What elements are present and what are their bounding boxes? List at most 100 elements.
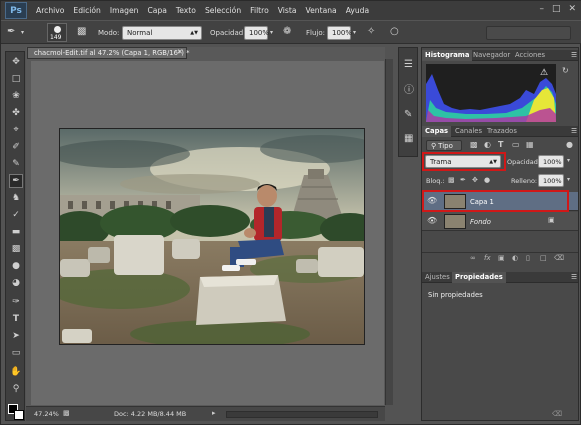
menu-capa[interactable]: Capa bbox=[147, 6, 166, 15]
tab-acciones[interactable]: Acciones bbox=[512, 50, 548, 61]
hand-tool-icon[interactable]: ✋ bbox=[9, 365, 23, 379]
menu-imagen[interactable]: Imagen bbox=[110, 6, 139, 15]
layer-row-fondo[interactable]: 👁 Fondo ▣ bbox=[422, 212, 578, 231]
visibility-eye-icon[interactable]: 👁 bbox=[427, 216, 437, 225]
lock-transparency-icon[interactable]: ▩ bbox=[448, 176, 455, 184]
filter-toggle-icon[interactable]: ● bbox=[566, 140, 573, 149]
filter-smart-object-icon[interactable]: ▦ bbox=[526, 140, 534, 149]
menu-archivo[interactable]: Archivo bbox=[36, 6, 64, 15]
zoom-level[interactable]: 47.24% bbox=[34, 410, 59, 418]
flow-field[interactable]: 100% bbox=[327, 26, 352, 40]
blur-tool-icon[interactable]: ● bbox=[9, 259, 23, 273]
menu-seleccion[interactable]: Selección bbox=[205, 6, 241, 15]
crop-tool-icon[interactable]: ⌖ bbox=[9, 123, 23, 137]
ruler-scrollbar[interactable] bbox=[385, 59, 393, 405]
fill-dropdown-icon[interactable]: ▾ bbox=[567, 176, 570, 183]
lock-pixels-icon[interactable]: ✒ bbox=[460, 176, 466, 184]
background-color-swatch[interactable] bbox=[14, 410, 24, 420]
new-layer-icon[interactable]: □ bbox=[540, 254, 547, 262]
path-selection-tool-icon[interactable]: ➤ bbox=[9, 329, 23, 343]
move-tool-icon[interactable]: ✥ bbox=[9, 55, 23, 69]
layers-tabs: Capas Canales Trazados ☰ bbox=[422, 126, 578, 137]
status-info-icon[interactable]: ▩ bbox=[63, 409, 70, 417]
adjustment-layer-icon[interactable]: ◐ bbox=[512, 254, 518, 262]
brush-panel-icon[interactable]: ▩ bbox=[77, 27, 86, 37]
opacity-field[interactable]: 100% bbox=[244, 26, 269, 40]
properties-delete-icon[interactable]: ⌫ bbox=[552, 410, 562, 418]
maximize-icon[interactable]: □ bbox=[552, 4, 561, 14]
brush-preset-picker[interactable]: 149 bbox=[47, 23, 67, 42]
horizontal-scrollbar[interactable] bbox=[226, 411, 378, 418]
filter-shape-icon[interactable]: ▭ bbox=[512, 140, 520, 149]
zoom-tool-icon[interactable]: ⚲ bbox=[9, 382, 23, 396]
layer-filter-select[interactable]: ⚲ Tipo bbox=[426, 140, 462, 151]
mode-select[interactable]: Normal ▲▼ bbox=[122, 26, 202, 40]
flow-dropdown-icon[interactable]: ▾ bbox=[353, 28, 356, 38]
menu-ayuda[interactable]: Ayuda bbox=[346, 6, 369, 15]
status-menu-icon[interactable]: ▸ bbox=[212, 409, 216, 417]
tab-trazados[interactable]: Trazados bbox=[484, 126, 520, 137]
dodge-tool-icon[interactable]: ◕ bbox=[9, 276, 23, 290]
menu-edicion[interactable]: Edición bbox=[73, 6, 100, 15]
lock-position-icon[interactable]: ✥ bbox=[472, 176, 478, 184]
opacity-dropdown-icon[interactable]: ▾ bbox=[270, 28, 273, 38]
lock-all-icon[interactable]: ● bbox=[484, 176, 490, 184]
brush-tool-active-icon[interactable]: ✒ bbox=[9, 174, 23, 188]
close-tab-icon[interactable]: ✕ bbox=[177, 48, 183, 56]
eraser-tool-icon[interactable]: ▬ bbox=[9, 225, 23, 239]
tab-capas[interactable]: Capas bbox=[422, 126, 452, 137]
filter-type-icon[interactable]: T bbox=[498, 140, 503, 149]
histogram-refresh-icon[interactable]: ↻ bbox=[562, 66, 569, 75]
close-icon[interactable]: ✕ bbox=[568, 4, 576, 14]
quick-selection-tool-icon[interactable]: ✤ bbox=[9, 106, 23, 120]
info-panel-icon[interactable]: ⓘ bbox=[404, 86, 414, 96]
history-panel-icon[interactable]: ☰ bbox=[404, 60, 413, 70]
menu-texto[interactable]: Texto bbox=[176, 6, 196, 15]
layer-opacity-field[interactable]: 100% bbox=[538, 155, 564, 168]
link-layers-icon[interactable]: ∞ bbox=[470, 254, 476, 262]
document-tab[interactable]: chacmol-Edit.tif al 47.2% (Capa 1, RGB/1… bbox=[27, 47, 190, 59]
document-photo[interactable] bbox=[59, 128, 365, 345]
chevron-down-icon[interactable]: ▾ bbox=[21, 28, 24, 38]
pressure-opacity-icon[interactable]: ❁ bbox=[283, 27, 291, 37]
add-mask-icon[interactable]: ▣ bbox=[498, 254, 505, 262]
opacity-dropdown-icon[interactable]: ▾ bbox=[567, 157, 570, 164]
tools-panel: ✥ □ ❀ ✤ ⌖ ✐ ✎ ✒ ♞ ✓ ▬ ▩ ● ◕ ✑ T ➤ ▭ ✋ ⚲ bbox=[5, 51, 25, 421]
menu-ventana[interactable]: Ventana bbox=[306, 6, 337, 15]
tool-presets-icon[interactable]: ▦ bbox=[404, 134, 413, 144]
minimize-icon[interactable]: – bbox=[539, 4, 544, 14]
gradient-tool-icon[interactable]: ▩ bbox=[9, 242, 23, 256]
airbrush-icon[interactable]: ✧ bbox=[367, 27, 375, 37]
layers-menu-icon[interactable]: ☰ bbox=[568, 126, 580, 137]
tab-propiedades[interactable]: Propiedades bbox=[452, 272, 506, 283]
layer-name[interactable]: Fondo bbox=[470, 218, 491, 226]
tab-ajustes[interactable]: Ajustes bbox=[422, 272, 453, 283]
panel-menu-icon[interactable]: ☰ bbox=[568, 50, 580, 61]
tab-navegador[interactable]: Navegador bbox=[470, 50, 513, 61]
type-tool-icon[interactable]: T bbox=[9, 312, 23, 326]
character-panel-icon[interactable]: ✎ bbox=[404, 110, 412, 120]
histogram-warning-icon[interactable]: ⚠ bbox=[540, 68, 548, 78]
pressure-size-icon[interactable]: ○ bbox=[390, 27, 399, 37]
marquee-tool-icon[interactable]: □ bbox=[9, 72, 23, 86]
history-brush-tool-icon[interactable]: ✓ bbox=[9, 208, 23, 222]
tab-histograma[interactable]: Histograma bbox=[422, 50, 473, 61]
eyedropper-tool-icon[interactable]: ✐ bbox=[9, 140, 23, 154]
menu-filtro[interactable]: Filtro bbox=[250, 6, 269, 15]
new-group-icon[interactable]: ▯ bbox=[526, 254, 530, 262]
layer-style-icon[interactable]: fx bbox=[484, 254, 491, 262]
fill-field[interactable]: 100% bbox=[538, 174, 564, 187]
clone-stamp-tool-icon[interactable]: ♞ bbox=[9, 191, 23, 205]
lasso-tool-icon[interactable]: ❀ bbox=[9, 89, 23, 103]
tab-canales[interactable]: Canales bbox=[452, 126, 485, 137]
pen-tool-icon[interactable]: ✑ bbox=[9, 295, 23, 309]
filter-pixel-icon[interactable]: ▩ bbox=[470, 140, 478, 149]
properties-menu-icon[interactable]: ☰ bbox=[568, 272, 580, 283]
healing-brush-tool-icon[interactable]: ✎ bbox=[9, 157, 23, 171]
delete-layer-icon[interactable]: ⌫ bbox=[554, 254, 564, 262]
shape-tool-icon[interactable]: ▭ bbox=[9, 346, 23, 360]
filter-adjustment-icon[interactable]: ◐ bbox=[484, 140, 491, 149]
workspace-switcher[interactable] bbox=[486, 26, 571, 40]
menu-vista[interactable]: Vista bbox=[278, 6, 297, 15]
brush-tool-icon[interactable]: ✒ bbox=[7, 27, 15, 37]
